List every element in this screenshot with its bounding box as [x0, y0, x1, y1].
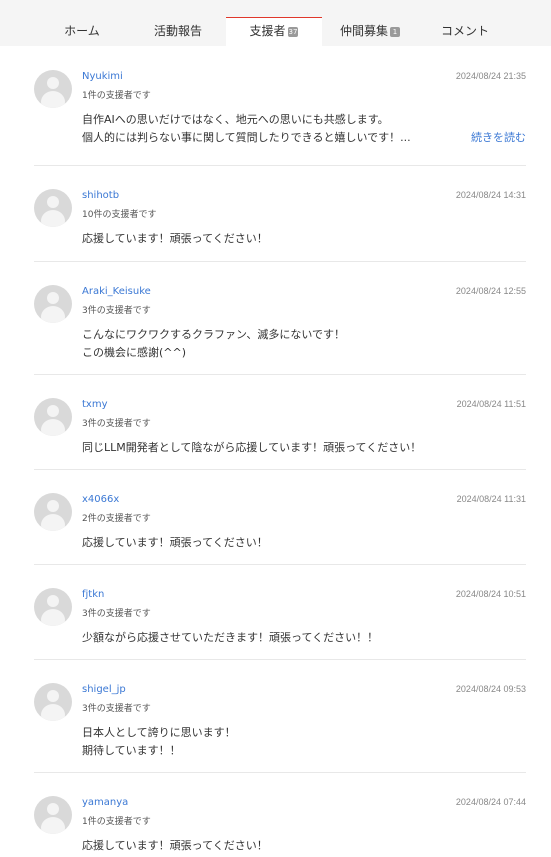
tab-supporters-count-badge: 37 — [287, 27, 299, 37]
comment-username[interactable]: shigel_jp — [82, 684, 126, 695]
comment-line: 個人的には判らない事に関して質問したりできると嬉しいです！... — [82, 131, 411, 144]
comment-line: 応援しています！頑張ってください！ — [82, 839, 268, 852]
comment-line: 日本人として誇りに思います！ — [82, 726, 236, 739]
comment-line: 自作AIへの思いだけではなく、地元への思いにも共感します。 — [82, 113, 389, 126]
comment-item: shihotb 10件の支援者です 2024/08/24 14:31 応援してい… — [34, 165, 526, 262]
comment-text: 日本人として誇りに思います！ 期待しています！！ — [82, 724, 522, 760]
comment-line: 応援しています！頑張ってください！ — [82, 232, 268, 245]
comment-username[interactable]: x4066x — [82, 494, 119, 505]
comment-timestamp: 2024/08/24 12:55 — [455, 286, 526, 296]
support-count: 1件の支援者です — [82, 817, 151, 827]
comment-timestamp: 2024/08/24 09:53 — [455, 684, 526, 694]
support-count: 10件の支援者です — [82, 210, 157, 220]
comment-item: Araki_Keisuke 3件の支援者です 2024/08/24 12:55 … — [34, 261, 526, 375]
avatar[interactable] — [34, 493, 72, 531]
comment-text: こんなにワクワクするクラファン、滅多にないです！ この機会に感謝(^^) — [82, 326, 522, 362]
comment-text: 同じLLM開発者として陰ながら応援しています！頑張ってください！ — [82, 439, 522, 457]
comment-text: 自作AIへの思いだけではなく、地元への思いにも共感します。 個人的には判らない事… — [82, 111, 522, 147]
avatar-head-shape — [47, 500, 59, 512]
comment-timestamp: 2024/08/24 21:35 — [455, 71, 526, 81]
tab-bar: ホーム 活動報告 支援者 37 仲間募集 1 コメント — [0, 0, 551, 46]
tab-home-label: ホーム — [64, 24, 100, 38]
comment-item: Nyukimi 1件の支援者です 2024/08/24 21:35 自作AIへの… — [34, 46, 526, 166]
tab-supporters[interactable]: 支援者 37 — [226, 17, 322, 46]
avatar[interactable] — [34, 70, 72, 108]
avatar[interactable] — [34, 588, 72, 626]
avatar[interactable] — [34, 189, 72, 227]
support-count: 3件の支援者です — [82, 704, 151, 714]
comment-username[interactable]: shihotb — [82, 190, 119, 201]
avatar-head-shape — [47, 77, 59, 89]
avatar-body-shape — [41, 704, 65, 721]
comment-text: 応援しています！頑張ってください！ — [82, 837, 522, 855]
comment-item: shigel_jp 3件の支援者です 2024/08/24 09:53 日本人と… — [34, 659, 526, 773]
avatar-head-shape — [47, 196, 59, 208]
comment-username[interactable]: Nyukimi — [82, 71, 123, 82]
tab-activity-report[interactable]: 活動報告 — [140, 17, 216, 46]
avatar-body-shape — [41, 514, 65, 531]
comment-timestamp: 2024/08/24 14:31 — [455, 190, 526, 200]
support-count: 3件の支援者です — [82, 419, 151, 429]
avatar-body-shape — [41, 609, 65, 626]
avatar-head-shape — [47, 595, 59, 607]
comment-username[interactable]: txmy — [82, 399, 108, 410]
avatar[interactable] — [34, 683, 72, 721]
comment-text: 応援しています！頑張ってください！ — [82, 230, 522, 248]
support-count: 3件の支援者です — [82, 609, 151, 619]
comment-item: fjtkn 3件の支援者です 2024/08/24 10:51 少額ながら応援さ… — [34, 564, 526, 660]
comment-timestamp: 2024/08/24 11:51 — [456, 399, 526, 409]
comment-line: 応援しています！頑張ってください！ — [82, 536, 268, 549]
tab-activity-report-label: 活動報告 — [153, 24, 202, 38]
tab-comments[interactable]: コメント — [430, 17, 500, 46]
comment-line: 少額ながら応援させていただきます！頑張ってください！！ — [82, 631, 379, 644]
comment-line: 同じLLM開発者として陰ながら応援しています！頑張ってください！ — [82, 441, 422, 454]
tab-team-recruitment-count-badge: 1 — [390, 27, 400, 37]
comment-line: 期待しています！！ — [82, 744, 181, 757]
comment-timestamp: 2024/08/24 10:51 — [455, 589, 526, 599]
comment-username[interactable]: yamanya — [82, 797, 128, 808]
avatar-head-shape — [47, 292, 59, 304]
avatar-head-shape — [47, 690, 59, 702]
comment-line: この機会に感謝(^^) — [82, 346, 187, 359]
comment-line: こんなにワクワクするクラファン、滅多にないです！ — [82, 328, 346, 341]
comment-item: yamanya 1件の支援者です 2024/08/24 07:44 応援していま… — [34, 772, 526, 856]
tab-comments-label: コメント — [440, 24, 489, 38]
tab-team-recruitment[interactable]: 仲間募集 1 — [330, 17, 410, 46]
avatar-head-shape — [47, 405, 59, 417]
comment-text: 少額ながら応援させていただきます！頑張ってください！！ — [82, 629, 522, 647]
avatar-body-shape — [41, 419, 65, 436]
tab-home[interactable]: ホーム — [47, 17, 117, 46]
read-more-link[interactable]: 続きを読む — [471, 129, 526, 145]
avatar-body-shape — [41, 817, 65, 834]
comment-username[interactable]: fjtkn — [82, 589, 104, 600]
avatar-body-shape — [41, 306, 65, 323]
avatar-body-shape — [41, 210, 65, 227]
tab-team-recruitment-label: 仲間募集 — [339, 24, 388, 38]
avatar-head-shape — [47, 803, 59, 815]
avatar-body-shape — [41, 91, 65, 108]
comment-timestamp: 2024/08/24 07:44 — [455, 797, 526, 807]
support-count: 1件の支援者です — [82, 91, 151, 101]
avatar[interactable] — [34, 398, 72, 436]
comment-item: x4066x 2件の支援者です 2024/08/24 11:31 応援しています… — [34, 469, 526, 565]
comment-timestamp: 2024/08/24 11:31 — [456, 494, 526, 504]
support-count: 2件の支援者です — [82, 514, 151, 524]
comment-username[interactable]: Araki_Keisuke — [82, 286, 151, 297]
comment-text: 応援しています！頑張ってください！ — [82, 534, 522, 552]
support-count: 3件の支援者です — [82, 306, 151, 316]
avatar[interactable] — [34, 796, 72, 834]
comment-item: txmy 3件の支援者です 2024/08/24 11:51 同じLLM開発者と… — [34, 374, 526, 470]
tab-supporters-label: 支援者 — [249, 24, 286, 38]
avatar[interactable] — [34, 285, 72, 323]
